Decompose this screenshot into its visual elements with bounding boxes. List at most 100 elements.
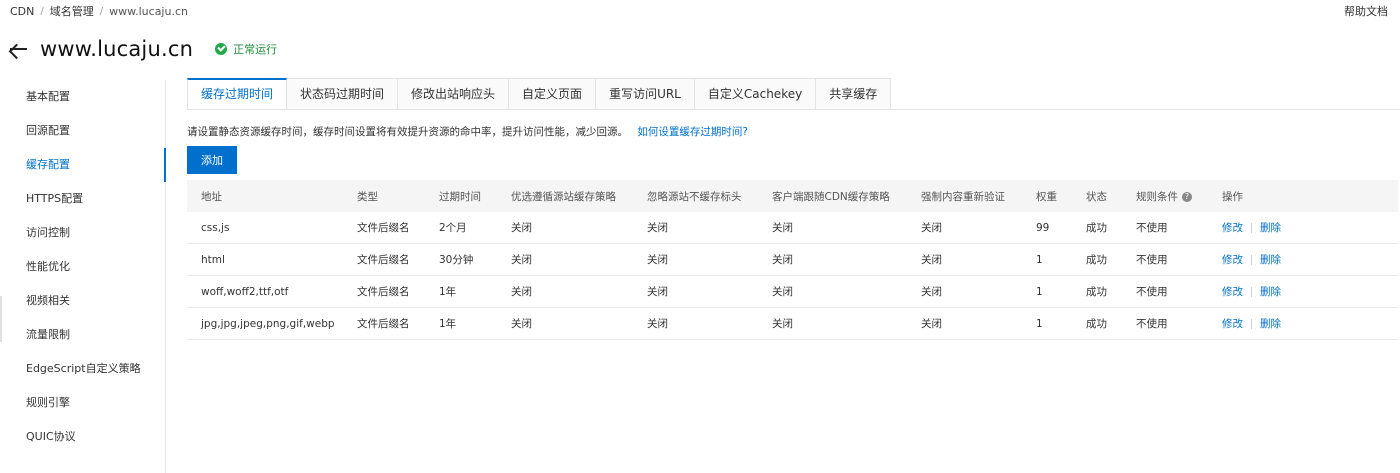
cell-expire-time: 30分钟 — [439, 254, 474, 266]
cell-client-follow-cdn: 关闭 — [772, 286, 793, 298]
cell-client-follow-cdn: 关闭 — [772, 254, 793, 266]
question-icon[interactable]: ? — [1182, 191, 1192, 202]
cell-status: 成功 — [1086, 318, 1107, 330]
cell-status: 成功 — [1086, 222, 1107, 234]
delete-link[interactable]: 删除 — [1260, 286, 1281, 298]
cell-client-follow-cdn: 关闭 — [772, 318, 793, 330]
description: 请设置静态资源缓存时间，缓存时间设置将有效提升资源的命中率，提升访问性能，减少回… — [187, 124, 748, 139]
cache-rules-table: 地址 类型 过期时间 优选遵循源站缓存策略 忽略源站不缓存标头 客户端跟随CDN… — [187, 180, 1398, 340]
tab-rewrite-url[interactable]: 重写访问URL — [596, 78, 695, 110]
back-arrow-icon[interactable] — [8, 39, 28, 59]
sidebar-item-quic[interactable]: QUIC协议 — [0, 420, 165, 454]
header-rule-condition: 规则条件? — [1136, 189, 1222, 204]
header-rule-condition-label: 规则条件 — [1136, 190, 1178, 203]
tab-response-header[interactable]: 修改出站响应头 — [398, 78, 510, 110]
header-type: 类型 — [357, 190, 378, 203]
table-header: 地址 类型 过期时间 优选遵循源站缓存策略 忽略源站不缓存标头 客户端跟随CDN… — [187, 180, 1398, 212]
cell-expire-time: 1年 — [439, 318, 457, 330]
description-help-link[interactable]: 如何设置缓存过期时间? — [637, 126, 748, 138]
add-button[interactable]: 添加 — [187, 146, 237, 174]
edit-link[interactable]: 修改 — [1222, 254, 1243, 266]
breadcrumb-separator: / — [99, 5, 104, 17]
sidebar-scroll-indicator — [0, 296, 2, 342]
cell-force-revalidate: 关闭 — [921, 286, 942, 298]
cell-address: woff,woff2,ttf,otf — [201, 285, 289, 298]
description-text: 请设置静态资源缓存时间，缓存时间设置将有效提升资源的命中率，提升访问性能，减少回… — [187, 126, 628, 138]
status-badge: 正常运行 — [215, 41, 277, 57]
action-divider — [1251, 255, 1252, 265]
cell-weight: 1 — [1036, 253, 1043, 266]
cell-actions: 修改 删除 — [1222, 220, 1342, 235]
header-ignore-no-cache: 忽略源站不缓存标头 — [647, 190, 742, 203]
cell-address: jpg,jpg,jpeg,png,gif,webp — [201, 317, 335, 330]
page-title: www.lucaju.cn — [40, 37, 194, 61]
cell-follow-origin: 关闭 — [511, 254, 532, 266]
sidebar-item-performance[interactable]: 性能优化 — [0, 250, 165, 284]
cell-expire-time: 1年 — [439, 286, 457, 298]
delete-link[interactable]: 删除 — [1260, 318, 1281, 330]
cell-follow-origin: 关闭 — [511, 222, 532, 234]
cell-status: 成功 — [1086, 254, 1107, 266]
breadcrumb: CDN / 域名管理 / www.lucaju.cn — [10, 3, 188, 19]
tab-status-code-expiration[interactable]: 状态码过期时间 — [287, 78, 399, 110]
header-actions: 操作 — [1222, 190, 1243, 203]
tab-shared-cache[interactable]: 共享缓存 — [816, 78, 892, 110]
tab-custom-page[interactable]: 自定义页面 — [509, 78, 597, 110]
cell-follow-origin: 关闭 — [511, 286, 532, 298]
sidebar-item-video[interactable]: 视频相关 — [0, 284, 165, 318]
cell-rule-condition: 不使用 — [1136, 254, 1168, 266]
cell-ignore-no-cache: 关闭 — [647, 254, 668, 266]
cell-status: 成功 — [1086, 286, 1107, 298]
cell-weight: 1 — [1036, 317, 1043, 330]
cell-actions: 修改 删除 — [1222, 316, 1342, 331]
sidebar-item-origin[interactable]: 回源配置 — [0, 114, 165, 148]
check-circle-icon — [215, 43, 228, 55]
edit-link[interactable]: 修改 — [1222, 222, 1243, 234]
header-force-revalidate: 强制内容重新验证 — [921, 190, 1005, 203]
delete-link[interactable]: 删除 — [1260, 222, 1281, 234]
sidebar-item-edgescript[interactable]: EdgeScript自定义策略 — [0, 352, 165, 386]
breadcrumb-current: www.lucaju.cn — [109, 4, 188, 18]
cell-weight: 1 — [1036, 285, 1043, 298]
sidebar-item-cache[interactable]: 缓存配置 — [0, 148, 166, 182]
breadcrumb-domain-management[interactable]: 域名管理 — [50, 3, 94, 19]
header-address: 地址 — [201, 190, 222, 203]
sidebar-item-rule-engine[interactable]: 规则引擎 — [0, 386, 165, 420]
cell-type: 文件后缀名 — [357, 222, 410, 234]
edit-link[interactable]: 修改 — [1222, 286, 1243, 298]
sidebar: 基本配置 回源配置 缓存配置 HTTPS配置 访问控制 性能优化 视频相关 流量… — [0, 80, 166, 473]
edit-link[interactable]: 修改 — [1222, 318, 1243, 330]
cell-client-follow-cdn: 关闭 — [772, 222, 793, 234]
help-doc-link[interactable]: 帮助文档 — [1344, 3, 1388, 19]
delete-link[interactable]: 删除 — [1260, 254, 1281, 266]
cell-actions: 修改 删除 — [1222, 284, 1342, 299]
tab-custom-cachekey[interactable]: 自定义Cachekey — [694, 78, 817, 110]
page-header: www.lucaju.cn 正常运行 — [8, 34, 277, 64]
header-client-follow-cdn: 客户端跟随CDN缓存策略 — [772, 190, 890, 203]
tab-bar: 缓存过期时间 状态码过期时间 修改出站响应头 自定义页面 重写访问URL 自定义… — [187, 78, 892, 110]
header-expire-time: 过期时间 — [439, 190, 481, 203]
sidebar-item-access-control[interactable]: 访问控制 — [0, 216, 165, 250]
tabs-divider — [187, 109, 1400, 110]
cell-ignore-no-cache: 关闭 — [647, 318, 668, 330]
sidebar-item-https[interactable]: HTTPS配置 — [0, 182, 165, 216]
status-text: 正常运行 — [233, 43, 278, 56]
cell-rule-condition: 不使用 — [1136, 286, 1168, 298]
cell-actions: 修改 删除 — [1222, 252, 1342, 267]
cell-force-revalidate: 关闭 — [921, 222, 942, 234]
table-row: woff,woff2,ttf,otf 文件后缀名 1年 关闭 关闭 关闭 关闭 … — [187, 276, 1398, 308]
cell-force-revalidate: 关闭 — [921, 318, 942, 330]
breadcrumb-cdn[interactable]: CDN — [10, 5, 34, 18]
cell-ignore-no-cache: 关闭 — [647, 222, 668, 234]
tab-cache-expiration[interactable]: 缓存过期时间 — [187, 78, 288, 110]
cell-type: 文件后缀名 — [357, 254, 410, 266]
cell-rule-condition: 不使用 — [1136, 318, 1168, 330]
table-row: html 文件后缀名 30分钟 关闭 关闭 关闭 关闭 1 成功 不使用 修改 删… — [187, 244, 1398, 276]
action-divider — [1251, 287, 1252, 297]
sidebar-item-basic[interactable]: 基本配置 — [0, 80, 165, 114]
cell-type: 文件后缀名 — [357, 318, 410, 330]
cell-type: 文件后缀名 — [357, 286, 410, 298]
table-row: css,js 文件后缀名 2个月 关闭 关闭 关闭 关闭 99 成功 不使用 修… — [187, 212, 1398, 244]
sidebar-item-traffic-limit[interactable]: 流量限制 — [0, 318, 165, 352]
cell-expire-time: 2个月 — [439, 222, 467, 234]
